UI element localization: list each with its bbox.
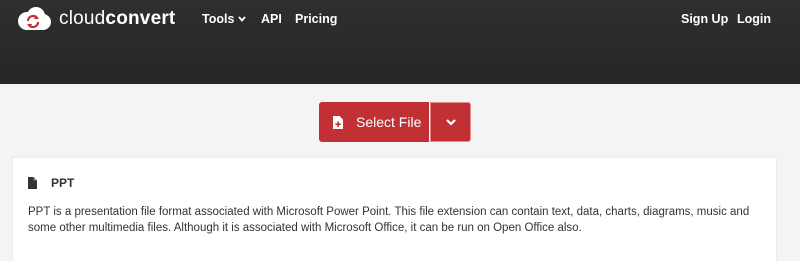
chevron-down-icon [238, 16, 247, 22]
logo-link[interactable]: cloudconvert [14, 6, 175, 32]
nav-pricing[interactable]: Pricing [295, 12, 337, 26]
top-header: cloudconvert Tools API Pricing Sign Up L… [0, 0, 800, 84]
logo-text-light: cloud [59, 8, 106, 29]
format-info-card: PPT PPT is a presentation file format as… [12, 157, 777, 261]
format-title: PPT [51, 176, 75, 190]
chevron-down-icon [445, 118, 456, 126]
select-file-button[interactable]: Select File [319, 102, 429, 142]
format-description: PPT is a presentation file format associ… [28, 206, 750, 234]
nav-sign-up-label: Sign Up [681, 12, 729, 26]
nav-api-label: API [261, 12, 282, 26]
document-icon [28, 177, 37, 189]
nav-login[interactable]: Login [737, 12, 771, 26]
select-file-group: Select File [319, 102, 471, 142]
nav-login-label: Login [737, 12, 772, 26]
cloudconvert-logo-icon [18, 7, 51, 30]
logo-text: cloudconvert [59, 8, 175, 30]
nav-pricing-label: Pricing [295, 12, 338, 26]
nav-sign-up[interactable]: Sign Up [681, 12, 728, 26]
nav-tools[interactable]: Tools [202, 12, 247, 26]
nav-api[interactable]: API [261, 12, 282, 26]
format-info-header: PPT [28, 176, 74, 190]
logo-text-bold: convert [105, 8, 176, 29]
nav-tools-label: Tools [202, 12, 235, 26]
select-file-dropdown-button[interactable] [430, 102, 471, 142]
file-plus-icon [333, 115, 343, 129]
select-file-label: Select File [356, 114, 422, 130]
